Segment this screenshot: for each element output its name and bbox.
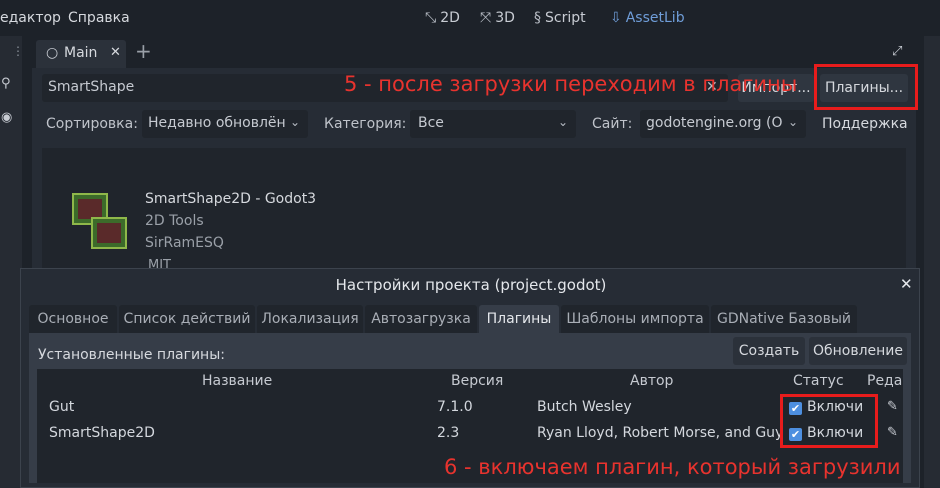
add-tab-icon[interactable]: + [135, 39, 152, 63]
asset-author[interactable]: SirRamESQ [145, 235, 224, 251]
installed-plugins-label: Установленные плагины: [38, 347, 225, 363]
tab-import-defaults[interactable]: Шаблоны импорта [561, 305, 709, 333]
update-button[interactable]: Обновление [809, 337, 907, 365]
category-dropdown[interactable]: Все ⌄ [410, 110, 576, 138]
chevron-down-icon: ⌄ [290, 115, 301, 129]
create-button[interactable]: Создать [733, 337, 805, 365]
menu-help[interactable]: Справка [68, 10, 130, 26]
close-icon[interactable]: ✕ [110, 45, 121, 60]
left-dock: ⋮ ⚲ ◉ [0, 36, 24, 488]
search-icon[interactable]: ⚲ [1, 76, 11, 91]
dialog-title: Настройки проекта (project.godot) [335, 276, 607, 294]
workspace-script-label: Script [545, 10, 586, 26]
edit-icon[interactable]: ✎ [887, 425, 898, 440]
2d-icon: ⤡ [425, 10, 437, 26]
asset-icon[interactable] [72, 192, 128, 250]
workspace-assetlib[interactable]: ⇩ AssetLib [610, 10, 685, 26]
plugin-name: SmartShape2D [49, 425, 155, 441]
sort-dropdown[interactable]: Недавно обновлён ⌄ [142, 110, 308, 138]
editor-tab-bar: ○ Main ✕ + ⤢ [32, 38, 916, 68]
workspace-3d-label: 3D [495, 10, 515, 26]
table-row[interactable]: SmartShape2D 2.3 Ryan Lloyd, Robert Mors… [37, 423, 903, 449]
column-status[interactable]: Статус [793, 373, 844, 389]
target-icon[interactable]: ◉ [1, 110, 12, 125]
scene-icon: ○ [46, 45, 59, 61]
workspace-3d[interactable]: ⤧ 3D [480, 10, 515, 26]
fullscreen-icon[interactable]: ⤢ [892, 44, 902, 59]
category-value: Все [418, 115, 444, 131]
plugin-author: Butch Wesley [537, 399, 632, 415]
column-version[interactable]: Версия [451, 373, 503, 389]
site-dropdown[interactable]: godotengine.org (O ⌄ [640, 110, 806, 138]
search-value: SmartShape [48, 79, 135, 95]
annotation-step-5: 5 - после загрузки переходим в плагины [344, 72, 798, 96]
drag-handle-icon[interactable]: ⋮ [12, 44, 24, 58]
edit-icon[interactable]: ✎ [887, 399, 898, 414]
table-row[interactable]: Gut 7.1.0 Butch Wesley ✔ Включи ✎ [37, 397, 903, 423]
menu-editor[interactable]: едактор [0, 10, 61, 26]
workspace-assetlib-label: AssetLib [625, 10, 685, 26]
workspace-2d[interactable]: ⤡ 2D [425, 10, 460, 26]
tab-autoload[interactable]: Автозагрузка [365, 305, 477, 333]
tab-general[interactable]: Основное [29, 305, 117, 333]
category-label: Категория: [324, 116, 407, 132]
tab-main[interactable]: ○ Main ✕ [36, 40, 126, 68]
plugin-version: 7.1.0 [437, 399, 473, 415]
plugin-author: Ryan Lloyd, Robert Morse, and Guy [537, 425, 784, 441]
plugin-name: Gut [49, 399, 75, 415]
support-button[interactable]: Поддержка [822, 116, 908, 132]
column-author[interactable]: Автор [630, 373, 673, 389]
tab-input-map[interactable]: Список действий [119, 305, 255, 333]
3d-icon: ⤧ [480, 10, 492, 26]
top-menu-bar: едактор Справка ⤡ 2D ⤧ 3D § Script ⇩ AssetLi… [0, 0, 940, 36]
annotation-step-6: 6 - включаем плагин, который загрузили [444, 455, 901, 479]
sort-label: Сортировка: [46, 116, 138, 132]
highlight-plugins-button [814, 64, 918, 110]
close-icon[interactable]: ✕ [900, 275, 913, 293]
sort-value: Недавно обновлён [148, 115, 286, 131]
workspace-script[interactable]: § Script [534, 10, 586, 26]
tab-gdnative[interactable]: GDNative Базовый [711, 305, 857, 333]
chevron-down-icon: ⌄ [788, 115, 799, 129]
tab-plugins[interactable]: Плагины [479, 305, 559, 333]
column-name[interactable]: Название [202, 373, 272, 389]
workspace-2d-label: 2D [440, 10, 460, 26]
column-edit[interactable]: Реда [867, 373, 902, 389]
tab-localization[interactable]: Локализация [257, 305, 363, 333]
plugin-version: 2.3 [437, 425, 460, 441]
assetlib-icon: ⇩ [610, 10, 622, 26]
script-icon: § [534, 10, 541, 26]
chevron-down-icon: ⌄ [558, 115, 569, 129]
asset-title[interactable]: SmartShape2D - Godot3 [145, 191, 316, 207]
tab-main-label: Main [64, 45, 98, 61]
right-dock [924, 36, 940, 488]
asset-category[interactable]: 2D Tools [145, 213, 204, 229]
site-value: godotengine.org (O [646, 115, 783, 131]
highlight-status-checkboxes [780, 394, 878, 448]
site-label: Сайт: [592, 116, 633, 132]
